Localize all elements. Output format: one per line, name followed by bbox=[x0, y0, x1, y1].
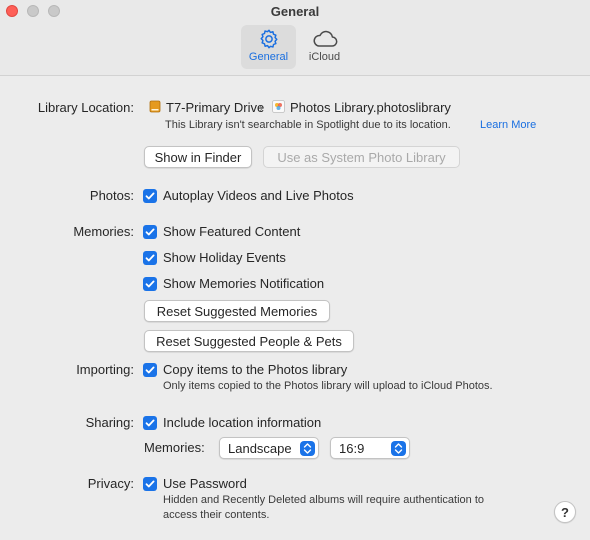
cloud-icon bbox=[297, 25, 352, 51]
importing-note: Only items copied to the Photos library … bbox=[163, 380, 493, 392]
sharing-memories-label: Memories: bbox=[144, 440, 205, 455]
tab-general[interactable]: General bbox=[241, 25, 296, 69]
tab-general-label: General bbox=[248, 51, 289, 63]
memories-notification-label: Show Memories Notification bbox=[163, 276, 325, 291]
memories-notification-checkbox[interactable] bbox=[143, 277, 157, 291]
photos-section-label: Photos: bbox=[89, 188, 134, 203]
copy-items-checkbox[interactable] bbox=[143, 363, 157, 377]
autoplay-label: Autoplay Videos and Live Photos bbox=[163, 188, 354, 203]
spotlight-note: This Library isn't searchable in Spotlig… bbox=[165, 119, 451, 131]
privacy-section-label: Privacy: bbox=[87, 476, 134, 491]
privacy-note-line1: Hidden and Recently Deleted albums will … bbox=[163, 494, 485, 506]
aspect-ratio-select[interactable]: 16:9 bbox=[330, 437, 410, 459]
show-in-finder-button[interactable]: Show in Finder bbox=[144, 146, 252, 168]
learn-more-link[interactable]: Learn More bbox=[480, 119, 536, 131]
featured-content-checkbox[interactable] bbox=[143, 225, 157, 239]
autoplay-checkbox[interactable] bbox=[143, 189, 157, 203]
location-info-label: Include location information bbox=[163, 415, 322, 430]
chevron-up-down-icon bbox=[391, 441, 406, 456]
privacy-note-line2: access their contents. bbox=[163, 509, 270, 521]
tab-icloud-label: iCloud bbox=[308, 51, 341, 63]
library-file-name[interactable]: Photos Library.photoslibrary bbox=[290, 100, 451, 115]
window-title: General bbox=[270, 4, 320, 19]
copy-items-label: Copy items to the Photos library bbox=[163, 362, 348, 377]
orientation-select[interactable]: Landscape bbox=[219, 437, 319, 459]
aspect-ratio-value: 16:9 bbox=[339, 441, 365, 456]
path-separator: › bbox=[259, 100, 264, 115]
holiday-events-checkbox[interactable] bbox=[143, 251, 157, 265]
library-drive-name[interactable]: T7-Primary Drive bbox=[166, 100, 264, 115]
gear-icon bbox=[241, 25, 296, 51]
reset-suggested-people-button[interactable]: Reset Suggested People & Pets bbox=[144, 330, 354, 352]
help-button[interactable]: ? bbox=[554, 501, 576, 523]
sharing-section-label: Sharing: bbox=[85, 415, 134, 430]
use-password-checkbox[interactable] bbox=[143, 477, 157, 491]
use-password-label: Use Password bbox=[163, 476, 247, 491]
memories-section-label: Memories: bbox=[73, 224, 134, 239]
tab-icloud[interactable]: iCloud bbox=[297, 25, 352, 69]
reset-suggested-memories-button[interactable]: Reset Suggested Memories bbox=[144, 300, 330, 322]
holiday-events-label: Show Holiday Events bbox=[163, 250, 286, 265]
drive-icon bbox=[149, 100, 161, 116]
featured-content-label: Show Featured Content bbox=[163, 224, 301, 239]
use-as-system-library-button[interactable]: Use as System Photo Library bbox=[263, 146, 460, 168]
library-location-label: Library Location: bbox=[37, 100, 134, 115]
location-info-checkbox[interactable] bbox=[143, 416, 157, 430]
importing-section-label: Importing: bbox=[76, 362, 134, 377]
chevron-up-down-icon bbox=[300, 441, 315, 456]
orientation-value: Landscape bbox=[228, 441, 292, 456]
window-toolbar: General General iCloud bbox=[0, 0, 590, 76]
photos-library-icon bbox=[272, 100, 285, 116]
